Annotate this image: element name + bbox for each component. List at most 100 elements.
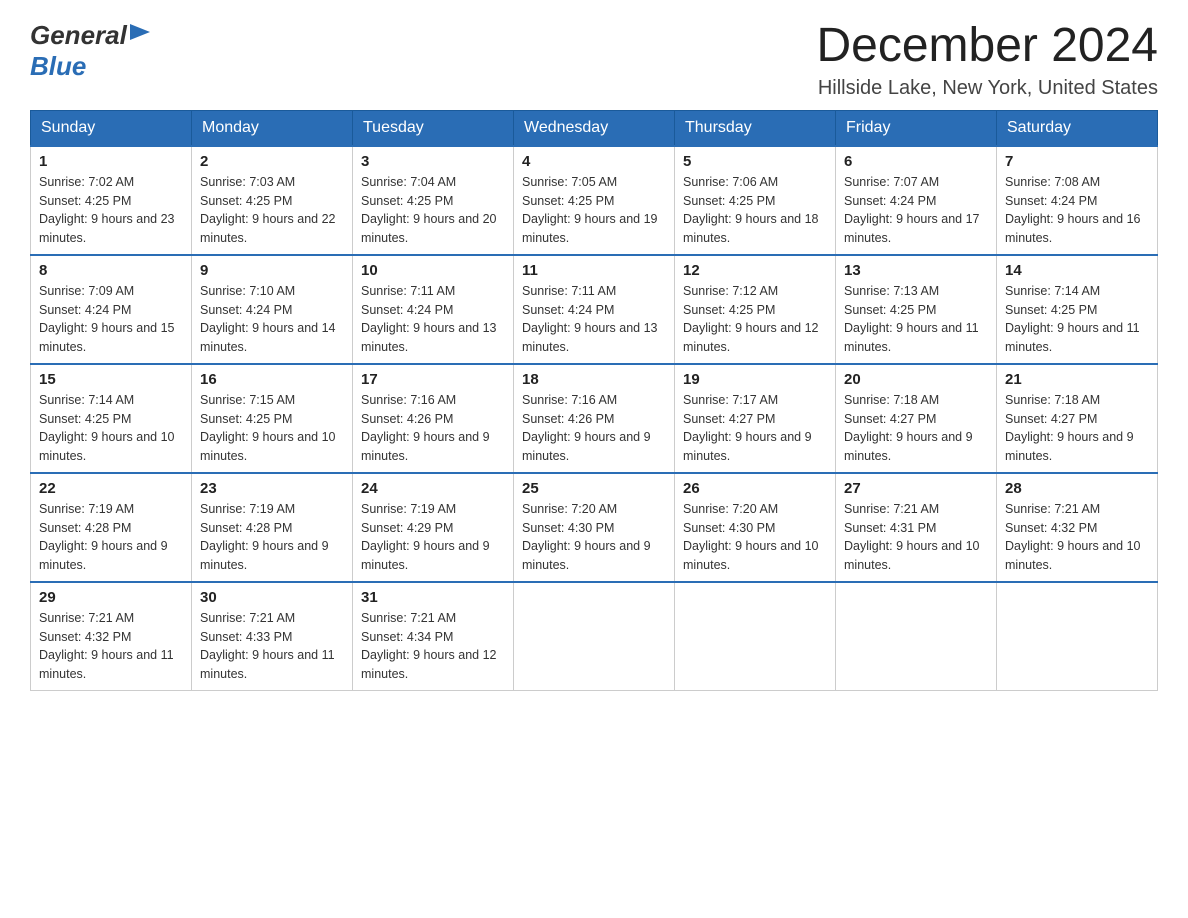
day-number: 1 [39,153,183,170]
day-number: 10 [361,262,505,279]
day-info: Sunrise: 7:14 AMSunset: 4:25 PMDaylight:… [39,391,183,466]
day-info: Sunrise: 7:04 AMSunset: 4:25 PMDaylight:… [361,173,505,248]
day-number: 13 [844,262,988,279]
page-header: General Blue December 2024 Hillside Lake… [30,20,1158,100]
day-number: 5 [683,153,827,170]
table-row: 26 Sunrise: 7:20 AMSunset: 4:30 PMDayligh… [675,473,836,582]
day-info: Sunrise: 7:09 AMSunset: 4:24 PMDaylight:… [39,282,183,357]
day-number: 30 [200,589,344,606]
table-row: 8Sunrise: 7:09 AMSunset: 4:24 PMDaylight… [31,255,192,364]
table-row: 6 Sunrise: 7:07 AMSunset: 4:24 PMDaylight… [836,146,997,255]
header-sunday: Sunday [31,110,192,146]
table-row: 30Sunrise: 7:21 AMSunset: 4:33 PMDayligh… [192,582,353,691]
table-row: 24 Sunrise: 7:19 AMSunset: 4:29 PMDayligh… [353,473,514,582]
calendar-week-row: 22 Sunrise: 7:19 AMSunset: 4:28 PMDayligh… [31,473,1158,582]
day-info: Sunrise: 7:02 AMSunset: 4:25 PMDaylight:… [39,173,183,248]
day-number: 11 [522,262,666,279]
day-number: 31 [361,589,505,606]
day-info: Sunrise: 7:10 AMSunset: 4:24 PMDaylight:… [200,282,344,357]
day-number: 26 [683,480,827,497]
day-info: Sunrise: 7:13 AMSunset: 4:25 PMDaylight:… [844,282,988,357]
day-info: Sunrise: 7:14 AMSunset: 4:25 PMDaylight:… [1005,282,1149,357]
day-info: Sunrise: 7:11 AMSunset: 4:24 PMDaylight:… [361,282,505,357]
day-number: 3 [361,153,505,170]
day-info: Sunrise: 7:19 AMSunset: 4:28 PMDaylight:… [200,500,344,575]
table-row: 14 Sunrise: 7:14 AMSunset: 4:25 PMDayligh… [997,255,1158,364]
table-row: 27 Sunrise: 7:21 AMSunset: 4:31 PMDayligh… [836,473,997,582]
title-block: December 2024 Hillside Lake, New York, U… [816,20,1158,100]
header-monday: Monday [192,110,353,146]
day-info: Sunrise: 7:21 AMSunset: 4:31 PMDaylight:… [844,500,988,575]
day-number: 29 [39,589,183,606]
day-info: Sunrise: 7:21 AMSunset: 4:32 PMDaylight:… [1005,500,1149,575]
calendar-week-row: 15 Sunrise: 7:14 AMSunset: 4:25 PMDayligh… [31,364,1158,473]
day-info: Sunrise: 7:21 AMSunset: 4:34 PMDaylight:… [361,609,505,684]
day-number: 12 [683,262,827,279]
day-number: 17 [361,371,505,388]
day-info: Sunrise: 7:19 AMSunset: 4:29 PMDaylight:… [361,500,505,575]
day-info: Sunrise: 7:16 AMSunset: 4:26 PMDaylight:… [522,391,666,466]
table-row: 2 Sunrise: 7:03 AMSunset: 4:25 PMDaylight… [192,146,353,255]
table-row: 16 Sunrise: 7:15 AMSunset: 4:25 PMDayligh… [192,364,353,473]
table-row: 13 Sunrise: 7:13 AMSunset: 4:25 PMDayligh… [836,255,997,364]
day-info: Sunrise: 7:17 AMSunset: 4:27 PMDaylight:… [683,391,827,466]
header-wednesday: Wednesday [514,110,675,146]
calendar-week-row: 1 Sunrise: 7:02 AMSunset: 4:25 PMDaylight… [31,146,1158,255]
day-info: Sunrise: 7:11 AMSunset: 4:24 PMDaylight:… [522,282,666,357]
table-row: 18Sunrise: 7:16 AMSunset: 4:26 PMDayligh… [514,364,675,473]
table-row: 31 Sunrise: 7:21 AMSunset: 4:34 PMDayligh… [353,582,514,691]
table-row: 4Sunrise: 7:05 AMSunset: 4:25 PMDaylight… [514,146,675,255]
day-info: Sunrise: 7:12 AMSunset: 4:25 PMDaylight:… [683,282,827,357]
header-thursday: Thursday [675,110,836,146]
day-info: Sunrise: 7:03 AMSunset: 4:25 PMDaylight:… [200,173,344,248]
table-row: 17 Sunrise: 7:16 AMSunset: 4:26 PMDayligh… [353,364,514,473]
table-row: 12 Sunrise: 7:12 AMSunset: 4:25 PMDayligh… [675,255,836,364]
day-info: Sunrise: 7:19 AMSunset: 4:28 PMDaylight:… [39,500,183,575]
day-number: 20 [844,371,988,388]
day-number: 28 [1005,480,1149,497]
day-info: Sunrise: 7:15 AMSunset: 4:25 PMDaylight:… [200,391,344,466]
day-number: 7 [1005,153,1149,170]
table-row: 28 Sunrise: 7:21 AMSunset: 4:32 PMDayligh… [997,473,1158,582]
day-number: 14 [1005,262,1149,279]
table-row: 15 Sunrise: 7:14 AMSunset: 4:25 PMDayligh… [31,364,192,473]
table-row [836,582,997,691]
table-row: 20 Sunrise: 7:18 AMSunset: 4:27 PMDayligh… [836,364,997,473]
header-tuesday: Tuesday [353,110,514,146]
logo: General Blue [30,20,152,82]
day-number: 6 [844,153,988,170]
day-number: 27 [844,480,988,497]
table-row: 5 Sunrise: 7:06 AMSunset: 4:25 PMDaylight… [675,146,836,255]
day-info: Sunrise: 7:06 AMSunset: 4:25 PMDaylight:… [683,173,827,248]
table-row [514,582,675,691]
day-info: Sunrise: 7:20 AMSunset: 4:30 PMDaylight:… [522,500,666,575]
table-row: 23 Sunrise: 7:19 AMSunset: 4:28 PMDayligh… [192,473,353,582]
day-number: 22 [39,480,183,497]
day-number: 24 [361,480,505,497]
logo-general-text: General [30,20,127,51]
day-number: 4 [522,153,666,170]
calendar-week-row: 29 Sunrise: 7:21 AMSunset: 4:32 PMDayligh… [31,582,1158,691]
day-info: Sunrise: 7:08 AMSunset: 4:24 PMDaylight:… [1005,173,1149,248]
table-row: 7 Sunrise: 7:08 AMSunset: 4:24 PMDaylight… [997,146,1158,255]
day-number: 15 [39,371,183,388]
day-number: 2 [200,153,344,170]
header-saturday: Saturday [997,110,1158,146]
table-row: 22 Sunrise: 7:19 AMSunset: 4:28 PMDayligh… [31,473,192,582]
day-number: 25 [522,480,666,497]
month-year-title: December 2024 [816,20,1158,73]
day-info: Sunrise: 7:18 AMSunset: 4:27 PMDaylight:… [844,391,988,466]
day-number: 23 [200,480,344,497]
logo-flag-icon [130,24,152,50]
logo-blue-text: Blue [30,51,86,82]
day-info: Sunrise: 7:21 AMSunset: 4:32 PMDaylight:… [39,609,183,684]
day-number: 19 [683,371,827,388]
table-row: 25 Sunrise: 7:20 AMSunset: 4:30 PMDayligh… [514,473,675,582]
day-number: 21 [1005,371,1149,388]
table-row: 1 Sunrise: 7:02 AMSunset: 4:25 PMDaylight… [31,146,192,255]
day-info: Sunrise: 7:07 AMSunset: 4:24 PMDaylight:… [844,173,988,248]
table-row: 11 Sunrise: 7:11 AMSunset: 4:24 PMDayligh… [514,255,675,364]
day-number: 16 [200,371,344,388]
day-info: Sunrise: 7:16 AMSunset: 4:26 PMDaylight:… [361,391,505,466]
day-info: Sunrise: 7:20 AMSunset: 4:30 PMDaylight:… [683,500,827,575]
